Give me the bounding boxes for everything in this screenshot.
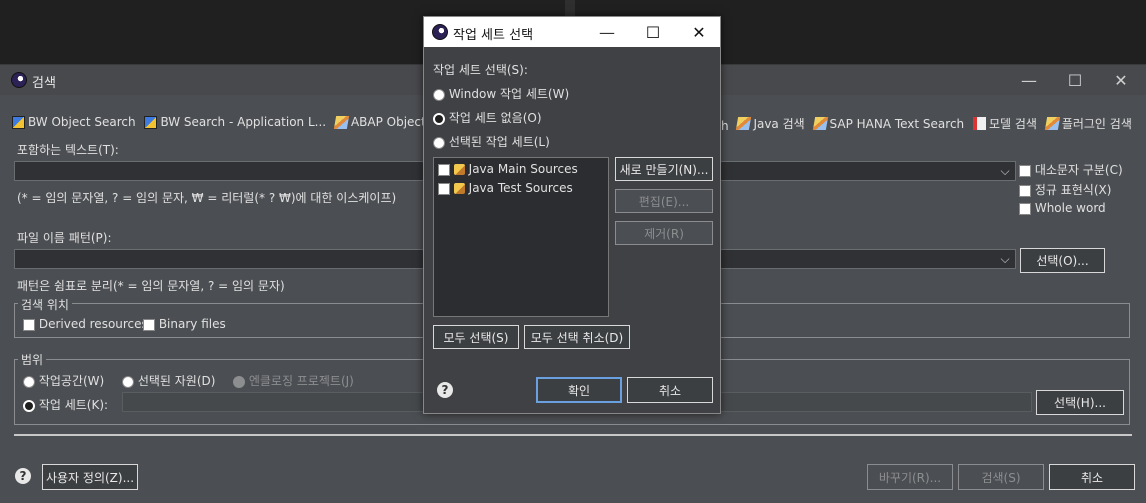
pen-icon [736,117,752,130]
cancel-button[interactable]: 취소 [1049,464,1135,490]
edit-working-set-button: 편집(E)... [615,189,713,213]
model-icon [973,117,986,130]
pen-icon [812,117,828,130]
minimize-icon[interactable]: — [1006,65,1052,95]
scope-enclosing-projects-option: 엔클로징 프로젝트(J) [233,372,354,389]
window-title: 검색 [32,76,56,91]
tab-bw-search-application[interactable]: BW Search - Application L... [144,115,326,129]
deselect-all-button[interactable]: 모두 선택 취소(D) [524,325,630,349]
tab-bw-object-search[interactable]: BW Object Search [12,115,136,129]
dialog-cancel-button[interactable]: 취소 [627,377,713,403]
contains-text-label: 포함하는 텍스트(T): [17,143,119,157]
window-working-set-radio[interactable] [433,88,445,101]
derived-resources-checkbox[interactable] [23,318,35,331]
selected-working-set-radio[interactable] [433,136,445,149]
eclipse-icon [11,72,27,88]
file-pattern-label: 파일 이름 패턴(P): [17,231,112,245]
option-selected-working-set[interactable]: 선택된 작업 세트(L) [433,133,550,150]
customize-button[interactable]: 사용자 정의(Z)... [42,464,138,490]
file-pattern-select-button[interactable]: 선택(O)... [1020,248,1105,273]
scope-working-set-option[interactable]: 작업 세트(K): [23,396,108,413]
eclipse-icon [432,24,448,40]
ok-button[interactable]: 확인 [536,377,622,403]
help-icon[interactable]: ? [15,468,31,484]
working-set-dialog: 작업 세트 선택 — ☐ ✕ 작업 세트 선택(S): Window 작업 세트… [423,16,721,414]
new-working-set-button[interactable]: 새로 만들기(N)... [615,157,713,181]
search-button: 검색(S) [958,464,1044,490]
tab-plugin-search[interactable]: 플러그인 검색 [1044,115,1132,132]
working-set-radio[interactable] [23,399,35,412]
search-page-tabs-right: h Java 검색 SAP HANA Text Search 모델 검색 플러그… [721,115,1137,135]
selected-resources-radio[interactable] [122,375,134,388]
remove-working-set-button: 제거(R) [615,221,713,245]
tab-model-search[interactable]: 모델 검색 [973,115,1037,132]
list-item[interactable]: Java Main Sources [438,162,578,176]
enclosing-projects-radio [233,375,245,388]
dialog-title: 작업 세트 선택 [453,28,534,43]
pen-icon [1044,117,1060,130]
bw-icon [144,115,158,129]
option-no-working-set[interactable]: 작업 세트 없음(O) [433,109,542,126]
close-icon[interactable]: ✕ [1098,65,1144,95]
list-item-checkbox[interactable] [438,182,450,195]
minimize-icon[interactable]: — [584,17,630,47]
separator [14,434,1132,436]
no-working-set-radio[interactable] [433,112,445,125]
dialog-titlebar: 작업 세트 선택 — ☐ ✕ [424,17,720,47]
scope-legend: 범위 [18,351,47,368]
regex-checkbox[interactable] [1019,184,1031,197]
tab-java-search[interactable]: Java 검색 [736,115,805,132]
list-item[interactable]: Java Test Sources [438,181,573,195]
whole-word-option[interactable]: Whole word [1019,201,1106,215]
pen-icon [333,115,350,129]
maximize-icon[interactable]: ☐ [630,17,676,47]
search-in-legend: 검색 위치 [18,296,72,313]
select-all-button[interactable]: 모두 선택(S) [433,325,519,349]
derived-resources-option[interactable]: Derived resources [23,317,148,331]
help-icon[interactable]: ? [437,382,453,398]
text-hint: (* = 임의 문자열, ? = 임의 문자, ₩ = 리터럴(* ? ₩)에 … [17,191,397,205]
case-sensitive-checkbox[interactable] [1019,164,1031,177]
workspace-radio[interactable] [23,375,35,388]
java-package-icon [453,164,465,175]
whole-word-checkbox[interactable] [1019,202,1031,215]
tab-hidden-partial[interactable]: h [721,119,729,133]
binary-files-option[interactable]: Binary files [143,317,226,331]
replace-button: 바꾸기(R)... [867,464,953,490]
case-sensitive-option[interactable]: 대소문자 구분(C) [1019,161,1123,178]
scope-selected-resources-option[interactable]: 선택된 자원(D) [122,372,215,389]
close-icon[interactable]: ✕ [676,17,722,47]
tab-sap-hana-text-search[interactable]: SAP HANA Text Search [812,117,964,131]
working-set-choose-button[interactable]: 선택(H)... [1036,390,1124,415]
list-item-checkbox[interactable] [438,163,450,176]
regex-option[interactable]: 정규 표현식(X) [1019,181,1111,198]
dialog-prompt: 작업 세트 선택(S): [433,63,528,77]
chevron-down-icon[interactable]: ⌵ [997,162,1013,180]
pattern-hint: 패턴은 쉼표로 분리(* = 임의 문자열, ? = 임의 문자) [17,279,285,293]
bw-icon [12,115,25,129]
maximize-icon[interactable]: ☐ [1052,65,1098,95]
option-window-working-set[interactable]: Window 작업 세트(W) [433,85,569,102]
working-set-list[interactable]: Java Main Sources Java Test Sources [433,157,609,317]
java-package-icon [453,183,465,194]
scope-workspace-option[interactable]: 작업공간(W) [23,372,104,389]
binary-files-checkbox[interactable] [143,318,155,331]
chevron-down-icon[interactable]: ⌵ [997,250,1013,268]
